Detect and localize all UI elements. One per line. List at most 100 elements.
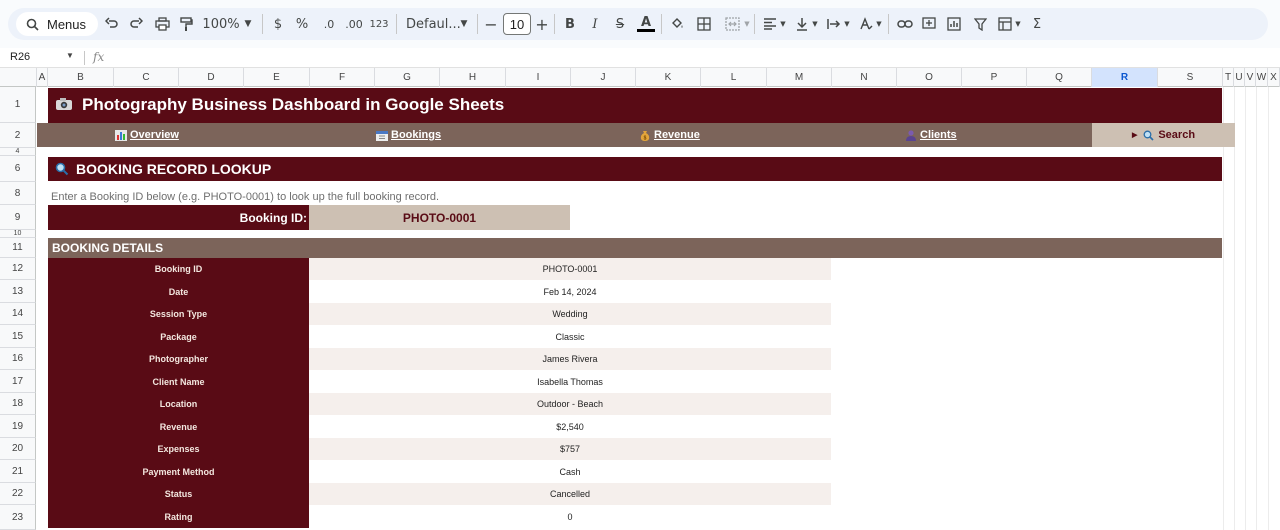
row-header[interactable]: 21 (0, 460, 36, 483)
column-header[interactable]: I (506, 68, 571, 87)
row-header[interactable]: 2 (0, 123, 36, 148)
font-family-select[interactable]: Defaul... (406, 12, 461, 36)
detail-value[interactable]: Outdoor - Beach (309, 393, 831, 415)
vertical-align-icon[interactable] (794, 12, 810, 36)
column-header[interactable]: L (701, 68, 767, 87)
detail-value[interactable]: James Rivera (309, 348, 831, 370)
redo-icon[interactable] (128, 12, 144, 36)
row-header[interactable]: 12 (0, 258, 36, 280)
column-header[interactable]: M (767, 68, 832, 87)
filter-views-caret-icon[interactable]: ▼ (1014, 12, 1022, 36)
row-header[interactable]: 10 (0, 230, 36, 238)
row-header[interactable]: 11 (0, 238, 36, 258)
column-header[interactable]: E (244, 68, 310, 87)
column-header[interactable]: N (832, 68, 897, 87)
nav-revenue-link[interactable]: $ Revenue (639, 123, 700, 147)
row-header[interactable]: 15 (0, 325, 36, 348)
row-header[interactable]: 14 (0, 303, 36, 325)
row-header[interactable]: 16 (0, 348, 36, 370)
column-header[interactable]: S (1158, 68, 1223, 87)
booking-id-input[interactable]: PHOTO-0001 (309, 205, 570, 230)
select-all-corner[interactable] (0, 68, 37, 87)
text-rotation-icon[interactable] (858, 12, 874, 36)
detail-value[interactable]: Cancelled (309, 483, 831, 505)
increase-decimal-button[interactable]: .00 (344, 12, 364, 36)
filter-views-icon[interactable] (996, 12, 1014, 36)
column-header[interactable]: A (37, 68, 48, 87)
currency-format-button[interactable]: $ (271, 12, 285, 36)
detail-value[interactable]: PHOTO-0001 (309, 258, 831, 280)
detail-value[interactable]: $2,540 (309, 415, 831, 438)
horizontal-align-icon[interactable] (762, 12, 778, 36)
rotation-caret-icon[interactable]: ▼ (875, 12, 883, 36)
zoom-select[interactable]: 100% (202, 12, 239, 36)
zoom-caret-icon[interactable]: ▼ (242, 12, 254, 36)
decrease-decimal-button[interactable]: .0 (320, 12, 338, 36)
detail-value[interactable]: Classic (309, 325, 831, 348)
row-header[interactable]: 8 (0, 182, 36, 205)
column-header[interactable]: J (571, 68, 636, 87)
wrap-caret-icon[interactable]: ▼ (843, 12, 851, 36)
column-header[interactable]: W (1256, 68, 1268, 87)
merge-cells-icon[interactable] (721, 12, 743, 36)
merge-caret-icon[interactable]: ▼ (743, 12, 751, 36)
undo-icon[interactable] (104, 12, 120, 36)
column-header[interactable]: K (636, 68, 701, 87)
column-header[interactable]: B (48, 68, 114, 87)
font-size-input[interactable]: 10 (503, 13, 531, 35)
detail-value[interactable]: Feb 14, 2024 (309, 280, 831, 303)
column-header[interactable]: H (440, 68, 506, 87)
bold-icon[interactable]: B (563, 12, 577, 36)
strikethrough-icon[interactable]: S (613, 12, 627, 36)
font-caret-icon[interactable]: ▼ (458, 12, 470, 36)
detail-value[interactable]: 0 (309, 505, 831, 528)
row-header[interactable]: 17 (0, 370, 36, 393)
row-header[interactable]: 19 (0, 415, 36, 438)
column-header[interactable]: P (962, 68, 1027, 87)
row-header[interactable]: 4 (0, 148, 36, 156)
decrease-font-size-button[interactable]: − (484, 12, 498, 36)
percent-format-button[interactable]: % (295, 12, 309, 36)
increase-font-size-button[interactable]: + (535, 12, 549, 36)
valign-caret-icon[interactable]: ▼ (811, 12, 819, 36)
nav-bookings-link[interactable]: Bookings (376, 123, 441, 147)
name-box[interactable]: R26 (10, 51, 30, 63)
column-header[interactable]: V (1245, 68, 1256, 87)
column-header[interactable]: F (310, 68, 375, 87)
column-header[interactable]: O (897, 68, 962, 87)
nav-clients-link[interactable]: Clients (905, 123, 957, 147)
nav-search-link[interactable]: ▶ Search (1092, 123, 1235, 147)
row-header[interactable]: 6 (0, 156, 36, 182)
filter-icon[interactable] (972, 12, 988, 36)
insert-comment-icon[interactable] (921, 12, 937, 36)
row-header[interactable]: 18 (0, 393, 36, 415)
column-header[interactable]: D (179, 68, 244, 87)
detail-value[interactable]: Isabella Thomas (309, 370, 831, 393)
column-header-selected[interactable]: R (1092, 68, 1158, 87)
row-header[interactable]: 22 (0, 483, 36, 505)
nav-overview-link[interactable]: Overview (115, 123, 179, 147)
fill-color-icon[interactable] (669, 12, 685, 36)
insert-link-icon[interactable] (896, 12, 914, 36)
column-header[interactable]: T (1223, 68, 1234, 87)
column-header[interactable]: Q (1027, 68, 1092, 87)
column-header[interactable]: G (375, 68, 440, 87)
column-header[interactable]: C (114, 68, 179, 87)
functions-icon[interactable]: Σ (1030, 12, 1044, 36)
row-header[interactable]: 13 (0, 280, 36, 303)
column-header[interactable]: X (1268, 68, 1280, 87)
row-header[interactable]: 1 (0, 87, 36, 123)
row-header[interactable]: 23 (0, 505, 36, 530)
menus-search-button[interactable]: Menus (16, 12, 98, 36)
borders-icon[interactable] (696, 12, 712, 36)
print-icon[interactable] (153, 12, 171, 36)
detail-value[interactable]: Wedding (309, 303, 831, 325)
row-header[interactable]: 20 (0, 438, 36, 460)
detail-value[interactable]: Cash (309, 460, 831, 483)
insert-chart-icon[interactable] (946, 12, 962, 36)
halign-caret-icon[interactable]: ▼ (779, 12, 787, 36)
row-header[interactable]: 9 (0, 205, 36, 230)
italic-icon[interactable]: I (588, 12, 602, 36)
text-wrap-icon[interactable] (826, 12, 842, 36)
column-header[interactable]: U (1234, 68, 1245, 87)
